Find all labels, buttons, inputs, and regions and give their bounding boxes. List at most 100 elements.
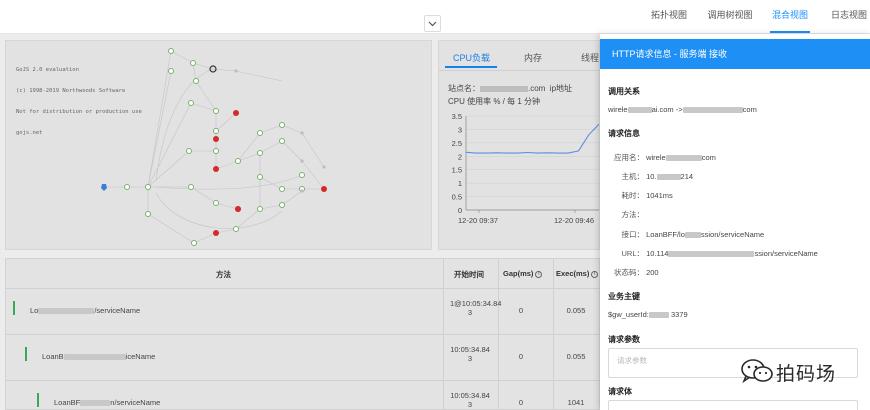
table-row[interactable]: Lo/serviceName 1@10:05:34.84 3 0 0.055: [6, 289, 599, 335]
call-relation-title: 调用关系: [608, 87, 640, 96]
start-time: 10:05:34.84 3: [450, 391, 490, 409]
tab-log[interactable]: 日志视图: [828, 9, 870, 33]
interface-key: 接口：: [621, 230, 645, 239]
wechat-icon: [741, 359, 773, 384]
method-name-head: LoanBF: [54, 398, 81, 407]
info-icon[interactable]: i: [535, 270, 543, 278]
app-name-key: 应用名：: [614, 153, 644, 162]
site-info: 站点名： .com ip地址: [448, 83, 572, 94]
cpu-usage-chart[interactable]: 0 0.5 1 1.5 2 2.5 3 3.5 12-20 09:37 12-20 09:46: [439, 111, 600, 241]
request-detail-drawer: HTTP请求信息 - 服务端 接收 调用关系 wirele ai.com -> co…: [600, 34, 870, 410]
masked-text: [665, 155, 702, 162]
method-row: 方法：: [612, 209, 645, 220]
biz-key-title: 业务主键: [608, 292, 640, 301]
tab-mixed[interactable]: 混合视图: [770, 9, 810, 33]
tab-topology[interactable]: 拓扑视图: [647, 9, 691, 33]
site-label: 站点名：: [448, 84, 480, 93]
ip-label: ip地址: [549, 84, 573, 93]
host-key: 主机：: [621, 172, 645, 181]
gap-value: 0: [518, 352, 524, 361]
y-tick-label: 3.5: [452, 112, 462, 121]
topology-graph-panel[interactable]: GoJS 2.0 evaluation (c) 1998-2019 Northw…: [5, 40, 432, 250]
tab-call-tree[interactable]: 调用树视图: [706, 9, 754, 33]
host-value-head: 10.: [646, 172, 657, 181]
status-code-key: 状态码：: [614, 268, 644, 277]
table-header: 方法 开始时间 Gap(ms) i Exec(ms) i: [6, 259, 599, 289]
status-code-value: 200: [646, 268, 659, 277]
masked-site: [480, 85, 528, 92]
table-row[interactable]: LoanB iceName 10:05:34.84 3 0 0.055: [6, 335, 599, 381]
drawer-title: HTTP请求信息 - 服务端 接收: [600, 39, 870, 69]
start-time: 1@10:05:34.84 3: [450, 299, 501, 317]
request-body-field[interactable]: [608, 400, 858, 410]
method-name: Lo/serviceName: [30, 306, 140, 315]
graph-nodes: [101, 48, 327, 246]
duration-value: 1041ms: [646, 191, 673, 200]
call-relation-value: wirele ai.com -> com: [608, 105, 757, 114]
collapse-button[interactable]: [424, 15, 441, 32]
app-name-value-tail: com: [701, 153, 716, 162]
table-row[interactable]: LoanBF n/serviceName 10:05:34.84 3 0 1041: [6, 381, 599, 409]
start-time-value: 10:05:34.84 3: [450, 345, 490, 363]
col-gap: Gap(ms) i: [503, 269, 543, 278]
start-time-prefix: 1@: [450, 299, 462, 308]
y-tick-label: 0.5: [452, 193, 462, 202]
duration-key: 耗时：: [621, 191, 645, 200]
call-relation-source-head: wirele: [608, 105, 628, 114]
method-name-tail: /serviceName: [94, 306, 141, 315]
y-tick-label: 1.5: [452, 166, 462, 175]
method-name-tail: n/serviceName: [110, 398, 161, 407]
masked-text: [648, 312, 669, 319]
method-key: 方法：: [621, 210, 645, 219]
tab-cpu-load[interactable]: CPU负载: [453, 51, 490, 64]
url-value-tail: ssion/serviceName: [754, 249, 818, 258]
start-time: 10:05:34.84 3: [450, 345, 490, 363]
method-name-head: LoanB: [42, 352, 64, 361]
host-value-tail: 214: [680, 172, 694, 181]
request-body-title: 请求体: [608, 387, 632, 396]
masked-text: [63, 354, 126, 361]
x-tick-label: 12-20 09:37: [458, 216, 498, 225]
url-value-head: 10.114: [646, 249, 669, 258]
col-start-time: 开始时间: [454, 270, 484, 279]
biz-key-value: $gw_userId: 3379: [608, 310, 688, 319]
exec-value: 0.055: [566, 352, 586, 361]
watermark-text: 拍码场: [776, 363, 837, 385]
method-name: LoanBF n/serviceName: [54, 398, 160, 407]
url-row: URL： 10.114 ssion/serviceName: [612, 248, 818, 259]
masked-text: [38, 308, 95, 315]
app-name-value-head: wirele: [646, 153, 666, 162]
col-method: 方法: [216, 270, 231, 279]
watermark: 拍码场: [740, 358, 860, 385]
y-tick-label: 0: [458, 206, 462, 215]
exec-value: 0.055: [566, 306, 586, 315]
method-name-head: Lo: [30, 306, 39, 315]
interface-value-tail: ssion/serviceName: [700, 230, 765, 239]
topology-graph[interactable]: [6, 41, 433, 251]
duration-row: 耗时： 1041ms: [612, 190, 673, 201]
y-tick-label: 3: [458, 125, 462, 134]
top-nav-bar: 拓扑视图 调用树视图 混合视图 日志视图: [0, 0, 870, 34]
tab-threads[interactable]: 线程: [581, 51, 599, 64]
active-tab-indicator: [445, 66, 497, 68]
request-params-title: 请求参数: [608, 335, 640, 344]
biz-key-value-tail: 3379: [670, 310, 688, 319]
depth-marker: [13, 301, 15, 315]
exec-value: 1041: [567, 398, 585, 407]
host-row: 主机： 10. 214: [612, 171, 694, 182]
tab-memory[interactable]: 内存: [524, 51, 542, 64]
col-exec: Exec(ms) i: [556, 269, 599, 278]
col-gap-label: Gap(ms): [503, 269, 534, 278]
request-params-placeholder: 请求参数: [617, 356, 647, 365]
start-time-value: 10:05:34.84 3: [450, 391, 490, 409]
cpu-panel: CPU负载 内存 线程 站点名： .com ip地址 CPU 使用率 % / 每 …: [438, 40, 600, 250]
biz-key-value-head: $gw_userId:: [608, 310, 649, 319]
info-icon[interactable]: i: [591, 270, 599, 278]
method-name: LoanB iceName: [42, 352, 155, 361]
masked-text: [668, 251, 755, 258]
call-relation-target-tail: com: [742, 105, 757, 114]
request-info-title: 请求信息: [608, 129, 640, 138]
masked-text: [684, 232, 701, 239]
graph-edges: [104, 50, 325, 244]
y-tick-label: 2: [458, 152, 462, 161]
